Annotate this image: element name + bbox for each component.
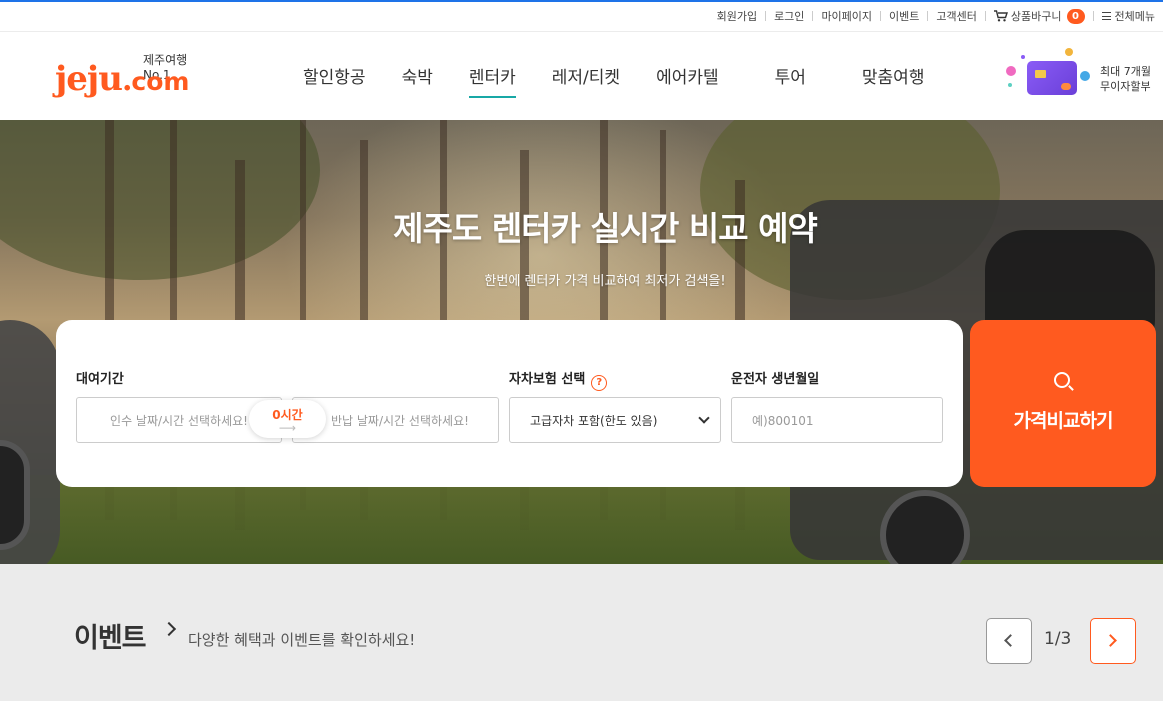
nav-item-lodging[interactable]: 숙박 xyxy=(384,63,451,94)
compare-prices-label: 가격비교하기 xyxy=(1013,410,1114,432)
arrow-right-icon: ⟶ xyxy=(278,421,297,435)
events-prev-button[interactable] xyxy=(986,618,1032,664)
promo-line-1: 최대 7개월 xyxy=(1100,65,1151,78)
cart-label: 상품바구니 xyxy=(1010,10,1062,23)
cart-count-badge: 0 xyxy=(1066,8,1085,24)
rental-hours-indicator: 0시간 ⟶ xyxy=(249,400,326,438)
rental-period-label: 대여기간 xyxy=(76,372,124,387)
support-link[interactable]: 고객센터 xyxy=(936,8,976,24)
promo-decor-icon xyxy=(1006,66,1016,76)
insurance-label: 자차보험 선택 xyxy=(509,372,586,387)
logo-main-text: jeju xyxy=(55,59,123,99)
insurance-selected-value: 고급자차 포함(한도 있음) xyxy=(530,413,658,428)
nav-item-flights[interactable]: 할인항공 xyxy=(285,63,384,94)
nav-item-tour[interactable]: 투어 xyxy=(757,63,824,94)
promo-text: 최대 7개월 무이자할부 xyxy=(1100,64,1151,94)
divider xyxy=(984,11,986,21)
nav-item-aircartel[interactable]: 에어카텔 xyxy=(638,63,737,94)
chevron-left-icon xyxy=(1004,634,1017,647)
nav-item-leisure[interactable]: 레저/티켓 xyxy=(534,63,638,94)
cart-link[interactable]: 상품바구니 0 xyxy=(993,8,1085,24)
birthdate-label: 운전자 생년월일 xyxy=(731,372,820,387)
event-link[interactable]: 이벤트 xyxy=(889,8,919,24)
site-logo[interactable]: 제주여행 No.1 jeju.com xyxy=(55,49,215,99)
insurance-select[interactable]: 고급자차 포함(한도 있음) xyxy=(509,397,721,443)
birthdate-input[interactable]: 예)800101 xyxy=(731,397,943,443)
all-menu-label: 전체메뉴 xyxy=(1114,10,1155,23)
installment-promo-banner[interactable]: 최대 7개월 무이자할부 xyxy=(1003,47,1158,107)
divider xyxy=(927,11,929,21)
divider xyxy=(812,11,814,21)
help-icon[interactable]: ? xyxy=(591,374,608,391)
login-link[interactable]: 로그인 xyxy=(774,8,804,24)
promo-decor-icon xyxy=(1065,48,1073,56)
nav-item-rentcar[interactable]: 렌터카 xyxy=(451,63,534,98)
main-header: 제주여행 No.1 jeju.com 할인항공 숙박 렌터카 레저/티켓 에어카… xyxy=(0,33,1163,120)
all-menu-button[interactable]: 전체메뉴 xyxy=(1101,8,1155,24)
compare-prices-button[interactable]: 가격비교하기 xyxy=(970,320,1156,487)
promo-decor-icon xyxy=(1021,55,1025,59)
chevron-right-icon xyxy=(1104,634,1117,647)
utility-links: 회원가입 로그인 마이페이지 이벤트 고객센터 상품바구니 0 전체메뉴 xyxy=(717,8,1155,24)
rentcar-search-form: 대여기간 인수 날짜/시간 선택하세요! 반납 날짜/시간 선택하세요! 0시간… xyxy=(56,320,963,487)
mypage-link[interactable]: 마이페이지 xyxy=(821,8,872,24)
chevron-down-icon xyxy=(698,412,710,424)
menu-icon xyxy=(1101,12,1111,20)
events-subtitle: 다양한 혜택과 이벤트를 확인하세요! xyxy=(188,631,416,649)
promo-line-2: 무이자할부 xyxy=(1100,80,1151,93)
logo-suffix: com xyxy=(131,67,190,96)
car-wheel xyxy=(0,440,30,550)
logo-dot: . xyxy=(121,63,133,98)
events-next-button[interactable] xyxy=(1090,618,1136,664)
cart-icon xyxy=(993,10,1008,22)
hero-title: 제주도 렌터카 실시간 비교 예약 xyxy=(393,209,818,248)
tree-foliage xyxy=(0,120,320,280)
divider xyxy=(1092,11,1094,21)
hero-subtitle: 한번에 렌터카 가격 비교하여 최저가 검색을! xyxy=(484,274,726,289)
events-section: 이벤트 다양한 혜택과 이벤트를 확인하세요! 1/3 xyxy=(0,564,1163,701)
divider xyxy=(765,11,767,21)
search-icon xyxy=(1054,372,1070,388)
main-nav: 할인항공 숙박 렌터카 레저/티켓 에어카텔 투어 맞춤여행 xyxy=(285,63,943,98)
nav-item-custom-trip[interactable]: 맞춤여행 xyxy=(844,63,943,94)
events-page-indicator: 1/3 xyxy=(1044,629,1072,649)
credit-card-icon xyxy=(1027,61,1077,95)
utility-bar: 회원가입 로그인 마이페이지 이벤트 고객센터 상품바구니 0 전체메뉴 xyxy=(0,2,1163,32)
hero-banner: 제주도 렌터카 실시간 비교 예약 한번에 렌터카 가격 비교하여 최저가 검색… xyxy=(0,120,1163,564)
signup-link[interactable]: 회원가입 xyxy=(717,8,757,24)
chevron-right-icon[interactable] xyxy=(161,621,177,637)
promo-decor-icon xyxy=(1008,83,1012,87)
promo-decor-icon xyxy=(1080,71,1090,81)
divider xyxy=(880,11,882,21)
logo-wordmark: jeju.com xyxy=(55,59,189,99)
events-title[interactable]: 이벤트 xyxy=(74,616,147,655)
insurance-label-row: 자차보험 선택? xyxy=(509,368,608,391)
